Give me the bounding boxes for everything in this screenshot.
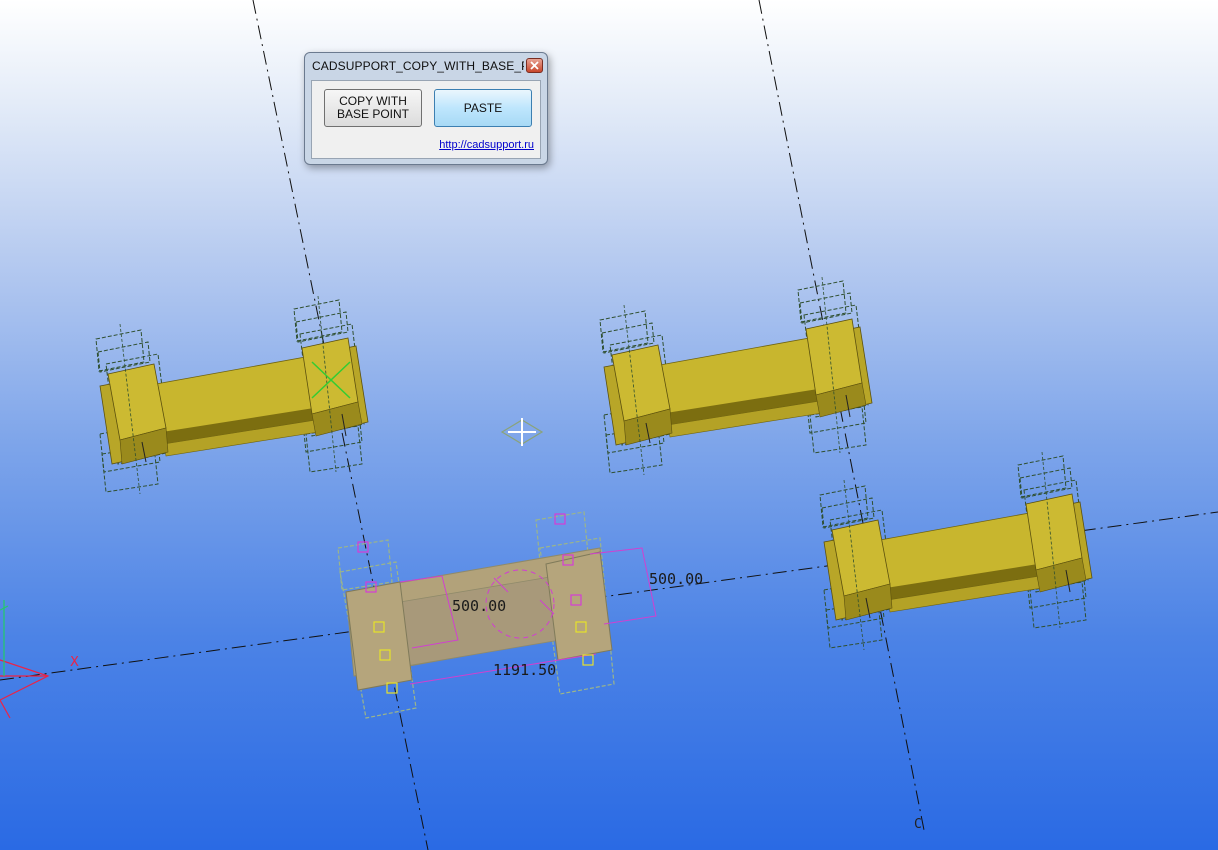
dimension-top: 500.00 [452,597,506,615]
beam-assembly-1[interactable] [95,295,369,495]
selected-beam-assembly[interactable]: 500.00 500.00 1191.50 [337,511,703,719]
copy-with-base-point-button[interactable]: COPY WITH BASE POINT [324,89,422,127]
axis-label-x: X [70,655,79,670]
dimension-side: 500.00 [649,570,703,588]
close-button[interactable] [526,58,543,73]
dimension-total: 1191.50 [493,661,556,679]
copy-with-base-point-dialog: CADSUPPORT_COPY_WITH_BASE_POI... COPY WI… [304,52,548,165]
coordinate-axes-icon [0,600,50,719]
beam-assembly-3[interactable] [819,451,1093,651]
paste-button[interactable]: PASTE [434,89,532,127]
copy-button-label-line2: BASE POINT [336,107,410,121]
grid-label: C [914,817,922,832]
close-icon [530,61,539,70]
crosshair-cursor-icon [500,418,544,446]
website-link[interactable]: http://cadsupport.ru [439,139,534,151]
model-canvas[interactable]: C 500.00 500.00 1191.50 X [0,0,1218,850]
dialog-body: COPY WITH BASE POINT PASTE http://cadsup… [311,80,541,159]
model-viewport[interactable]: C 500.00 500.00 1191.50 X [0,0,1218,850]
beam-assembly-2[interactable] [599,276,873,476]
dialog-title: CADSUPPORT_COPY_WITH_BASE_POI... [312,59,524,73]
